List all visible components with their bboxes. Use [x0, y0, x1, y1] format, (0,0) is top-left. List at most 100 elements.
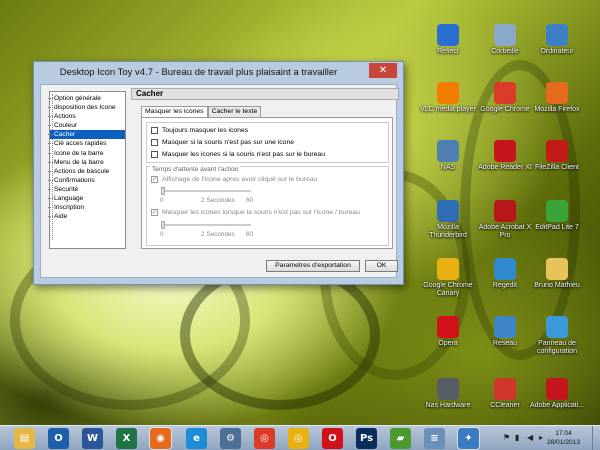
- checkbox-checked[interactable]: ✓: [151, 176, 158, 183]
- option-always-hide[interactable]: Toujours masquer les icones: [151, 126, 248, 135]
- settings-tree-item[interactable]: Aide: [48, 212, 125, 221]
- network-status-icon[interactable]: ▮: [515, 433, 519, 442]
- slider-thumb[interactable]: [161, 221, 165, 229]
- settings-tree-item[interactable]: Cacher: [48, 130, 125, 140]
- show-desktop-button[interactable]: [592, 426, 600, 450]
- desktop-shortcut[interactable]: Opera: [420, 316, 476, 348]
- tab-cacher-le-texte[interactable]: Cacher le texte: [207, 106, 262, 117]
- desktop-shortcut[interactable]: Adobe Reader XI: [477, 140, 533, 172]
- desktop-shortcut[interactable]: FileZilla Client: [529, 140, 585, 172]
- desktop-shortcut[interactable]: Adobe Applicati...: [529, 378, 585, 410]
- settings-tree-item[interactable]: Confirmations: [48, 176, 125, 185]
- settings-tree-item[interactable]: Icone de la barre: [48, 149, 125, 158]
- desktop-shortcut[interactable]: Reflect: [420, 24, 476, 56]
- close-button[interactable]: ✕: [369, 63, 397, 78]
- group-legend: Temps d'attente avant l'action: [150, 166, 241, 173]
- desktop-shortcut[interactable]: Nas Hardware: [420, 378, 476, 410]
- desktop-shortcut[interactable]: Reseau: [477, 316, 533, 348]
- desktop-shortcut-label: Ordinateur: [540, 48, 574, 55]
- desktop-shortcut[interactable]: Google Chrome: [477, 82, 533, 114]
- scale-mid: 2 Secondes: [201, 231, 235, 238]
- checkbox[interactable]: [151, 151, 158, 158]
- slider-thumb[interactable]: [161, 187, 165, 195]
- editpad-icon: [546, 200, 568, 222]
- desktop-shortcut-label: NAS: [440, 164, 456, 171]
- settings-tree-item[interactable]: Couleur: [48, 121, 125, 130]
- explorer-icon[interactable]: ▤: [14, 428, 35, 449]
- settings-tree-item[interactable]: Inscription: [48, 203, 125, 212]
- desktop-shortcut[interactable]: EditPad Lite 7: [529, 200, 585, 232]
- option-show-after-click[interactable]: ✓ Affichage de l'icone apres avoir cliqu…: [151, 175, 317, 184]
- ccleaner-icon: [494, 378, 516, 400]
- desktop-shortcut[interactable]: CCleaner: [477, 378, 533, 410]
- option-label: Masquer les icones lorsque la souris n'e…: [162, 209, 360, 216]
- volume-icon[interactable]: ◀: [527, 433, 533, 442]
- desktop-shortcut[interactable]: Mozilla Thunderbird: [420, 200, 476, 240]
- thunderbird-icon: [437, 200, 459, 222]
- option-hide-not-on-icon[interactable]: Masquer si la souris n'est pas sur une i…: [151, 138, 294, 147]
- settings-tree-item[interactable]: Option générale: [48, 94, 125, 103]
- opera-icon[interactable]: O: [322, 428, 343, 449]
- adobe-app-icon: [546, 378, 568, 400]
- desktop-shortcut[interactable]: Bruno Mathieu: [529, 258, 585, 290]
- slider-track: [161, 224, 251, 226]
- reflect-icon: [437, 24, 459, 46]
- option-hide-mouse-away[interactable]: ✓ Masquer les icones lorsque la souris n…: [151, 208, 360, 217]
- wait-time-group: Temps d'attente avant l'action ✓ Afficha…: [146, 166, 389, 246]
- desktop-shortcut[interactable]: Corbeille: [477, 24, 533, 56]
- settings-tree-item[interactable]: Menu de la barre: [48, 158, 125, 167]
- vlc-icon: [437, 82, 459, 104]
- settings-tree-item[interactable]: Actions: [48, 112, 125, 121]
- desktop-shortcut[interactable]: Regedit: [477, 258, 533, 290]
- settings-tree[interactable]: Option générale disposition des Icone Acti…: [48, 91, 126, 249]
- language-icon[interactable]: ▸: [539, 433, 543, 442]
- desktop-shortcut[interactable]: Panneau de configuration: [529, 316, 585, 356]
- internet-explorer-icon[interactable]: e: [186, 428, 207, 449]
- checkbox-checked[interactable]: ✓: [151, 209, 158, 216]
- evernote-icon[interactable]: ▰: [390, 428, 411, 449]
- desktop-shortcut-label: Nas Hardware: [425, 402, 471, 409]
- checkbox[interactable]: [151, 139, 158, 146]
- export-settings-button[interactable]: Parametres d'exportation: [266, 260, 360, 272]
- settings-tree-item[interactable]: Securité: [48, 185, 125, 194]
- excel-icon[interactable]: X: [116, 428, 137, 449]
- firefox-icon[interactable]: ◉: [149, 427, 172, 450]
- desktop-shortcut-label: Mozilla Firefox: [534, 106, 580, 113]
- desktop-shortcut-label: Adobe Acrobat X Pro: [478, 224, 532, 239]
- option-hide-not-on-desktop[interactable]: Masquer les icones si la souris n'est pa…: [151, 150, 325, 159]
- word-icon[interactable]: W: [82, 428, 103, 449]
- ok-button[interactable]: OK: [365, 260, 398, 272]
- delay-slider-2[interactable]: [161, 221, 251, 229]
- settings-tree-item[interactable]: Clé acces rapides: [48, 139, 125, 148]
- desktop-shortcut[interactable]: Ordinateur: [529, 24, 585, 56]
- notepad-icon[interactable]: ≡: [424, 428, 445, 449]
- desktop-shortcut[interactable]: Adobe Acrobat X Pro: [477, 200, 533, 240]
- chrome-icon[interactable]: ◎: [254, 428, 275, 449]
- desktop-shortcut[interactable]: NAS: [420, 140, 476, 172]
- clock-date: 28/01/2013: [546, 439, 580, 446]
- settings-tree-item[interactable]: Actions de bascule: [48, 167, 125, 176]
- settings-tree-item[interactable]: Language: [48, 194, 125, 203]
- nas-icon: [437, 140, 459, 162]
- chrome-canary-icon[interactable]: ◎: [288, 428, 309, 449]
- window-titlebar[interactable]: Desktop Icon Toy v4.7 - Bureau de travai…: [34, 62, 403, 84]
- desktop-shortcut[interactable]: Google Chrome Canary: [420, 258, 476, 298]
- checkbox[interactable]: [151, 127, 158, 134]
- desktop-shortcut[interactable]: VLC media player: [420, 82, 476, 114]
- settings-tree-item[interactable]: disposition des Icone: [48, 103, 125, 112]
- control-panel-icon: [546, 316, 568, 338]
- clock-time: 17:04: [555, 430, 572, 437]
- desktop-shortcut-label: Adobe Applicati...: [529, 402, 585, 409]
- desktop-shortcut[interactable]: Mozilla Firefox: [529, 82, 585, 114]
- photoshop-icon[interactable]: Ps: [356, 428, 377, 449]
- desktop-shortcut-label: Mozilla Thunderbird: [429, 224, 467, 239]
- taskbar: ▤ O W X ◉ e ⚙ ◎ ◎ O Ps ▰ ≡ ✦ ⚑ ▮ ◀ ▸ 17:04 28/01/2013: [0, 425, 600, 450]
- network-tool-icon[interactable]: ⚙: [220, 428, 241, 449]
- action-center-icon[interactable]: ⚑: [503, 433, 510, 442]
- firefox-icon: [546, 82, 568, 104]
- desktop-icon-toy-icon[interactable]: ✦: [457, 427, 480, 450]
- taskbar-clock[interactable]: 17:04 28/01/2013: [547, 429, 580, 447]
- panel-title: Cacher: [131, 88, 399, 100]
- outlook-icon[interactable]: O: [48, 428, 69, 449]
- delay-slider-1[interactable]: [161, 187, 251, 195]
